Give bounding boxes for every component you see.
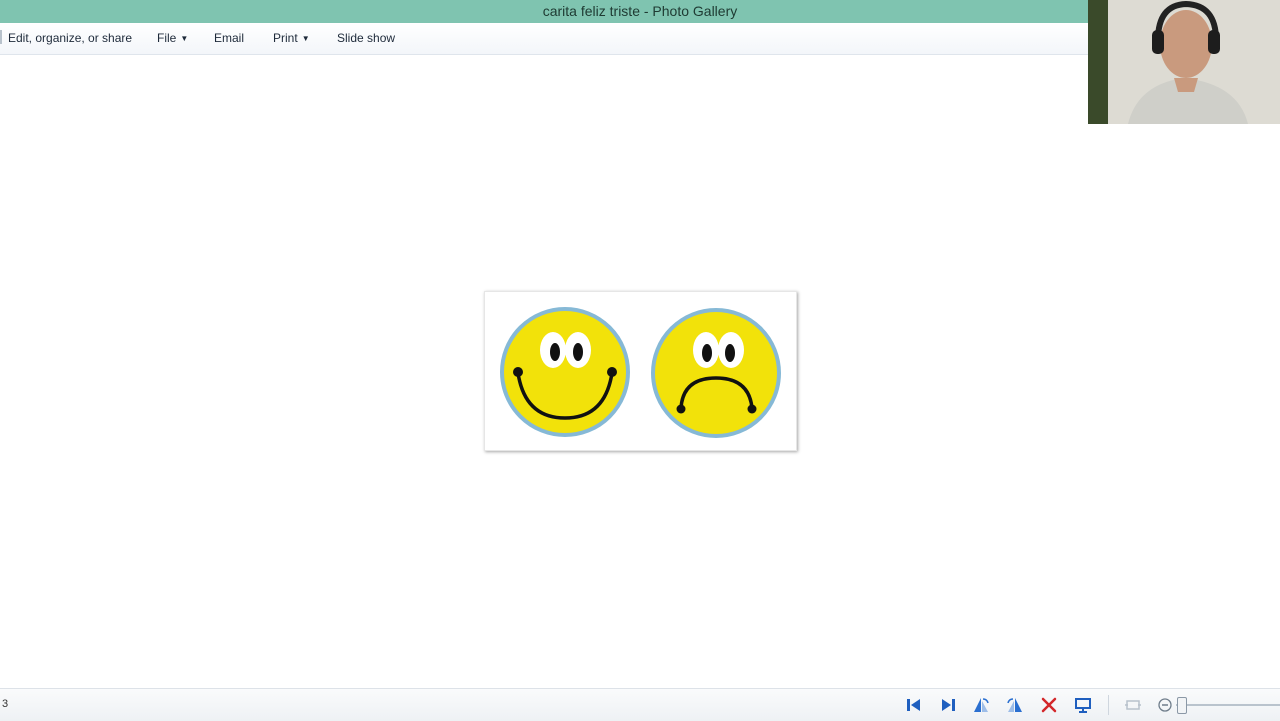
zoom-slider-thumb[interactable] (1177, 697, 1187, 714)
previous-icon[interactable] (904, 695, 924, 715)
delete-icon[interactable] (1039, 695, 1059, 715)
slideshow-display-icon[interactable] (1073, 695, 1093, 715)
menu-print[interactable]: Print ▼ (273, 31, 310, 45)
rotate-left-icon[interactable] (971, 695, 991, 715)
displayed-photo[interactable] (484, 291, 797, 451)
sad-face (651, 308, 781, 438)
chevron-down-icon: ▼ (180, 34, 189, 43)
zoom-out-icon[interactable] (1155, 695, 1175, 715)
menu-email[interactable]: Email (214, 31, 244, 45)
actual-size-icon[interactable] (1123, 695, 1143, 715)
window-title: carita feliz triste - Photo Gallery (542, 3, 738, 19)
chevron-down-icon: ▼ (301, 34, 310, 43)
happy-face (500, 307, 630, 437)
person-image (1088, 0, 1280, 124)
item-count: 3 (2, 698, 9, 710)
rotate-right-icon[interactable] (1005, 695, 1025, 715)
menu-edit-organize-share[interactable]: Edit, organize, or share (8, 31, 132, 45)
next-icon[interactable] (938, 695, 958, 715)
happy-sad-faces-image (500, 307, 781, 438)
menu-slide-show[interactable]: Slide show (337, 31, 395, 45)
status-bar: 3 (0, 688, 1280, 721)
menubar-grip (0, 30, 2, 44)
zoom-slider-track[interactable] (1176, 704, 1280, 706)
webcam-overlay (1088, 0, 1280, 124)
statusbar-divider (1108, 695, 1109, 715)
menu-file[interactable]: File ▼ (157, 31, 188, 45)
